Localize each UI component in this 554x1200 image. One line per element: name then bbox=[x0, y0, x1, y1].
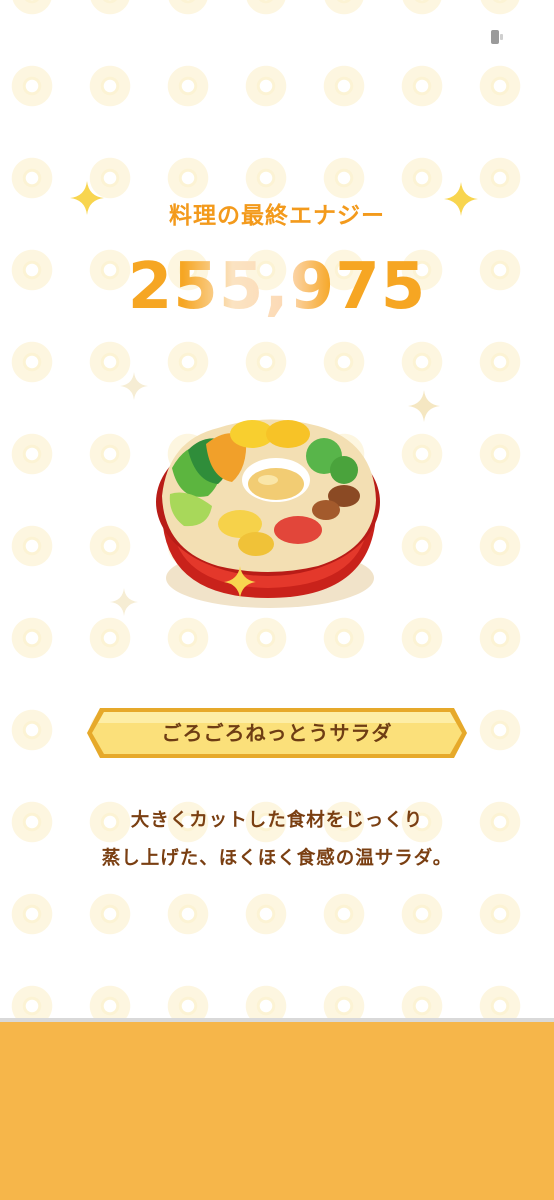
status-icon bbox=[491, 30, 503, 44]
description-line-2: 蒸し上げた、ほくほく食感の温サラダ。 bbox=[101, 848, 453, 869]
dish-image bbox=[156, 419, 380, 608]
dish-description: 大きくカットした食材をじっくり 蒸し上げた、ほくほく食感の温サラダ。 bbox=[0, 802, 554, 878]
energy-label: 料理の最終エナジー bbox=[169, 203, 385, 229]
sparkle-icon bbox=[110, 588, 138, 616]
description-line-1: 大きくカットした食材をじっくり bbox=[130, 810, 424, 831]
sparkle-icon bbox=[120, 372, 148, 400]
sparkle-icon bbox=[408, 390, 440, 422]
bottom-panel bbox=[0, 1022, 554, 1200]
energy-value: 255,975 bbox=[0, 250, 554, 324]
dish-name-banner: ごろごろねっとうサラダ bbox=[86, 707, 468, 759]
dish-name: ごろごろねっとうサラダ bbox=[161, 721, 393, 745]
